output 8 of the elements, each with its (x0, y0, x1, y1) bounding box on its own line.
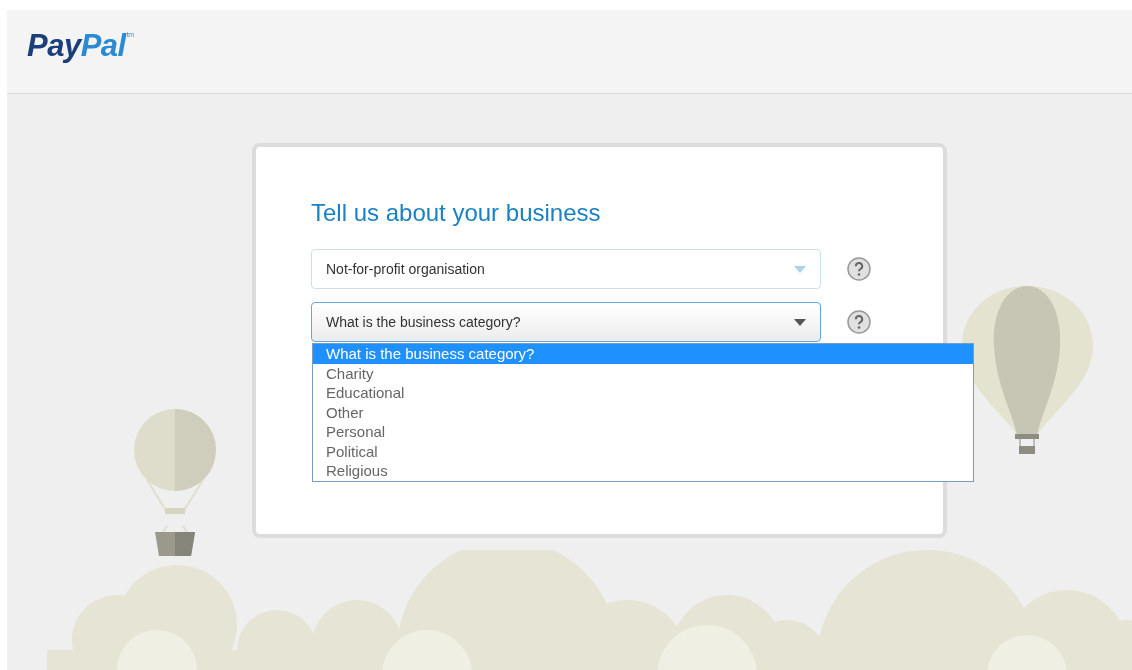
caret-icon (794, 318, 806, 326)
help-icon[interactable] (847, 310, 871, 334)
select-field[interactable]: What is the business category? (311, 302, 821, 342)
dropdown-option[interactable]: What is the business category? (313, 344, 973, 364)
select-field[interactable]: Not-for-profit organisation (311, 249, 821, 289)
help-icon[interactable] (847, 257, 871, 281)
form-title: Tell us about your business (311, 199, 602, 227)
caret-icon (794, 265, 806, 273)
